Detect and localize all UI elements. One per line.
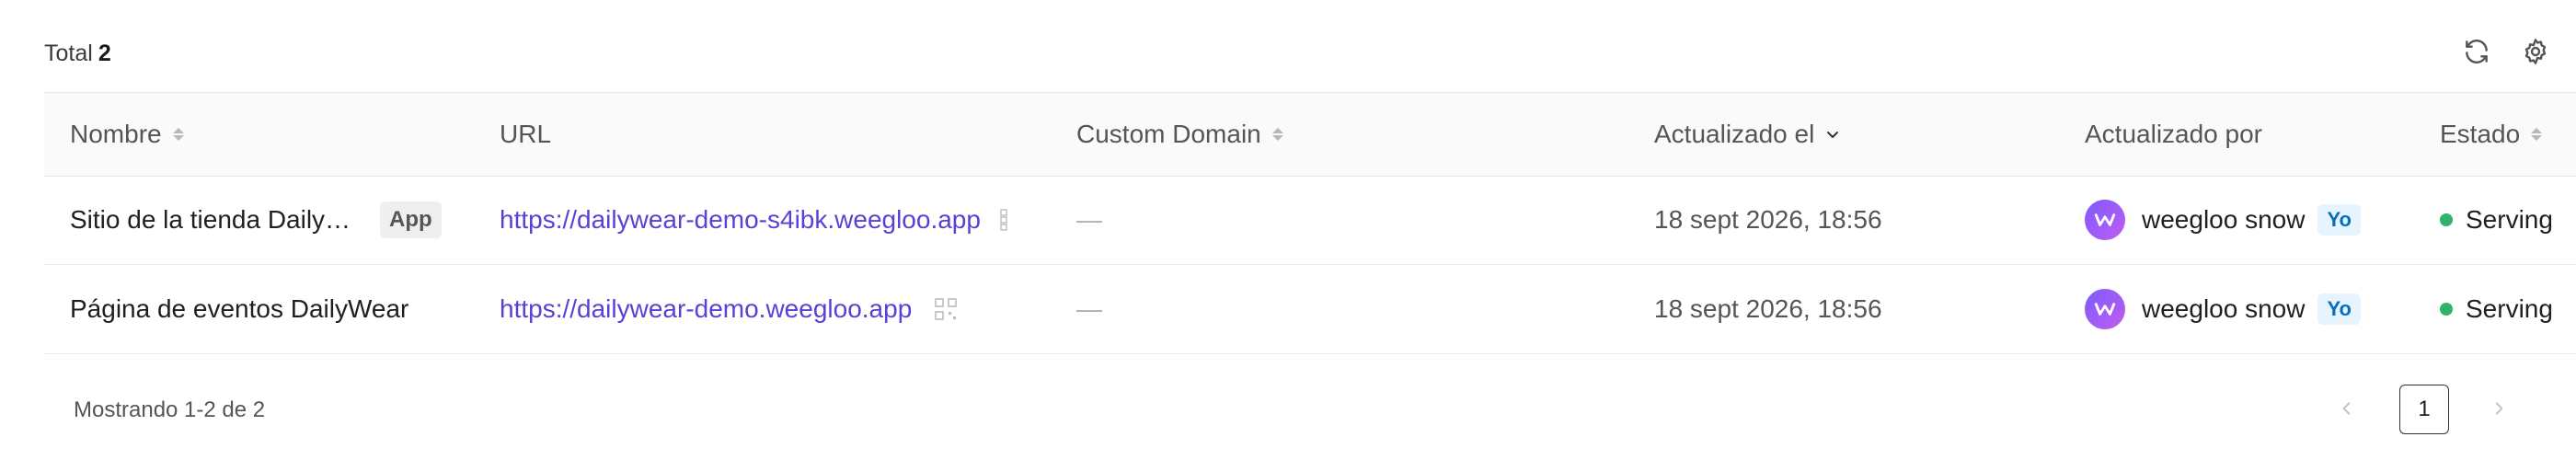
avatar [2085,200,2125,240]
status-value: Serving [2466,294,2553,323]
site-name[interactable]: Sitio de la tienda Daily… [70,205,351,235]
me-badge: Yo [2317,204,2361,236]
column-header-updated-at[interactable]: Actualizado el [1654,93,1840,176]
custom-domain-value: — [1076,205,1102,234]
url-cell: https://dailywear-demo.weegloo.app [500,265,958,353]
qr-code-icon[interactable] [999,208,1010,232]
column-label-name: Nombre [70,120,162,148]
column-label-status: Estado [2440,120,2521,148]
table-row[interactable]: Página de eventos DailyWear https://dail… [44,265,2576,354]
page-number-button[interactable]: 1 [2399,385,2449,434]
sort-icon[interactable] [172,128,184,141]
updated-by-cell: weegloo snow Yo [2085,176,2361,264]
status-dot-icon [2440,303,2453,316]
status-cell: Serving [2440,265,2553,353]
updated-by-name: weegloo snow [2142,205,2306,234]
table-row[interactable]: Sitio de la tienda Daily… App https://da… [44,176,2576,265]
updated-by-cell: weegloo snow Yo [2085,265,2361,353]
site-url-link[interactable]: https://dailywear-demo-s4ibk.weegloo.app [500,205,981,235]
site-name-cell: Página de eventos DailyWear [70,265,408,353]
url-cell: https://dailywear-demo-s4ibk.weegloo.app [500,176,1010,264]
sort-descending-icon[interactable] [1825,127,1840,142]
sort-icon[interactable] [2531,128,2543,141]
updated-at-value: 18 sept 2026, 18:56 [1654,294,1882,323]
column-header-custom-domain[interactable]: Custom Domain [1076,93,1283,176]
me-badge: Yo [2317,293,2361,325]
updated-by-name: weegloo snow [2142,294,2306,323]
custom-domain-value: — [1076,294,1102,323]
app-tag: App [380,201,442,238]
table-header: Nombre URL Custom Domain Actualizado el … [44,92,2576,177]
chevron-right-icon [2495,402,2503,415]
status-dot-icon [2440,213,2453,226]
updated-at-cell: 18 sept 2026, 18:56 [1654,265,1882,353]
qr-code-icon[interactable] [934,297,958,321]
sort-icon[interactable] [1271,128,1283,141]
next-page-button[interactable] [2475,385,2523,432]
status-cell: Serving [2440,176,2553,264]
column-header-status[interactable]: Estado [2440,93,2543,176]
gear-icon[interactable] [2519,35,2552,68]
prev-page-button[interactable] [2323,385,2371,432]
total-count: Total 2 [44,40,111,67]
refresh-icon[interactable] [2460,35,2493,68]
column-header-url: URL [500,93,551,176]
site-url-link[interactable]: https://dailywear-demo.weegloo.app [500,294,912,324]
site-name-cell: Sitio de la tienda Daily… App [70,176,442,264]
column-label-url: URL [500,120,552,148]
chevron-left-icon [2342,402,2351,415]
site-name[interactable]: Página de eventos DailyWear [70,294,408,324]
custom-domain-cell: — [1076,176,1102,264]
column-label-custom-domain: Custom Domain [1076,120,1261,148]
updated-at-cell: 18 sept 2026, 18:56 [1654,176,1882,264]
column-label-updated-at: Actualizado el [1654,120,1815,148]
avatar [2085,289,2125,329]
column-label-updated-by: Actualizado por [2085,120,2263,148]
status-value: Serving [2466,205,2553,234]
weegloo-logo-icon [2094,213,2116,226]
weegloo-logo-icon [2094,303,2116,316]
pagination-summary: Mostrando 1-2 de 2 [74,397,266,422]
column-header-updated-by: Actualizado por [2085,93,2262,176]
custom-domain-cell: — [1076,265,1102,353]
total-value: 2 [98,40,111,66]
updated-at-value: 18 sept 2026, 18:56 [1654,205,1882,234]
column-header-name[interactable]: Nombre [70,93,184,176]
total-label: Total [44,40,93,66]
